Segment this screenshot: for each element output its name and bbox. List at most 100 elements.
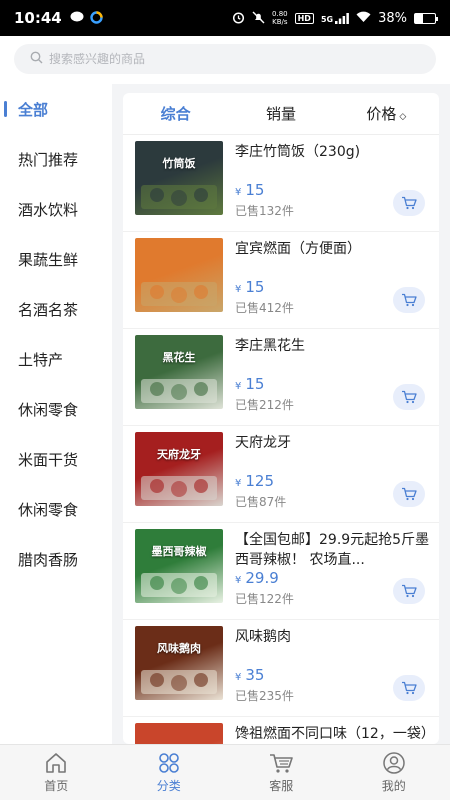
product-price: ¥29.9: [235, 569, 279, 587]
currency-symbol: ¥: [235, 672, 242, 683]
product-price: ¥35: [235, 666, 264, 684]
product-price: ¥15: [235, 375, 264, 393]
product-item[interactable]: 馋祖燃面不同口味（12，一袋）: [123, 717, 439, 744]
product-image[interactable]: 天府龙牙: [135, 432, 223, 506]
cell-signal-icon: 5G: [321, 12, 349, 24]
price-value: 125: [245, 472, 275, 490]
tab-me[interactable]: 我的: [338, 745, 450, 800]
sidebar-item-local[interactable]: 土特产: [0, 334, 112, 384]
sidebar-item-noodles[interactable]: 米面干货: [0, 434, 112, 484]
sidebar-item-fresh[interactable]: 果蔬生鲜: [0, 234, 112, 284]
price-value: 15: [245, 375, 265, 393]
price-value: 15: [245, 278, 265, 296]
currency-symbol: ¥: [235, 381, 242, 392]
tab-label: 我的: [381, 778, 406, 793]
status-time: 10:44: [14, 9, 62, 27]
sort-tab-sales[interactable]: 销量: [228, 103, 333, 124]
mute-icon: [252, 11, 265, 26]
sidebar-item-label: 名酒名茶: [18, 300, 79, 319]
app-ring-icon: [90, 10, 103, 26]
category-sidebar: 全部 热门推荐 酒水饮料 果蔬生鲜 名酒名茶 土特产 休闲零食 米面干货 休闲零…: [0, 84, 112, 744]
user-icon: [383, 751, 405, 774]
sold-count: 已售87件: [235, 495, 287, 509]
tab-service[interactable]: 客服: [225, 745, 338, 800]
add-to-cart-button[interactable]: [393, 384, 425, 410]
cart-icon: [402, 293, 417, 307]
product-title[interactable]: 李庄黑花生: [235, 336, 431, 356]
bottom-tab-bar: 首页 分类 客服 我的: [0, 744, 450, 800]
product-image-text: 墨西哥辣椒: [151, 545, 207, 558]
product-item[interactable]: 风味鹅肉 风味鹅肉 ¥35 已售235件: [123, 620, 439, 717]
sidebar-item-label: 休闲零食: [18, 500, 79, 519]
product-title[interactable]: 馋祖燃面不同口味（12，一袋）: [235, 724, 431, 744]
search-header: [0, 36, 450, 84]
product-item[interactable]: 竹筒饭 李庄竹筒饭（230g) ¥15 已售132件: [123, 135, 439, 232]
tab-label: 首页: [44, 778, 69, 793]
tab-home[interactable]: 首页: [0, 745, 113, 800]
currency-symbol: ¥: [235, 187, 242, 198]
product-image[interactable]: 竹筒饭: [135, 141, 223, 215]
product-title[interactable]: 风味鹅肉: [235, 627, 431, 647]
sidebar-item-label: 果蔬生鲜: [18, 250, 79, 269]
category-icon: [158, 752, 179, 773]
product-image-text: 天府龙牙: [157, 448, 201, 461]
home-icon: [46, 752, 67, 773]
search-bar[interactable]: [14, 44, 436, 74]
product-image-text: 竹筒饭: [162, 157, 196, 170]
price-value: 15: [245, 181, 265, 199]
sidebar-item-label: 腊肉香肠: [18, 550, 79, 569]
product-item[interactable]: 墨西哥辣椒 【全国包邮】29.9元起抢5斤墨西哥辣椒！ 农场直... ¥29.9…: [123, 523, 439, 620]
sidebar-item-snacks[interactable]: 休闲零食: [0, 384, 112, 434]
sidebar-item-label: 热门推荐: [18, 150, 79, 169]
product-title[interactable]: 宜宾燃面（方便面）: [235, 239, 431, 259]
sidebar-item-all[interactable]: 全部: [0, 84, 112, 134]
tab-category[interactable]: 分类: [113, 745, 226, 800]
add-to-cart-button[interactable]: [393, 578, 425, 604]
sort-tab-default[interactable]: 综合: [123, 103, 228, 124]
search-input[interactable]: [49, 52, 409, 66]
add-to-cart-button[interactable]: [393, 190, 425, 216]
product-image[interactable]: [135, 238, 223, 312]
alarm-icon: [232, 11, 245, 26]
sold-count: 已售212件: [235, 398, 294, 412]
product-title[interactable]: 李庄竹筒饭（230g): [235, 142, 431, 162]
add-to-cart-button[interactable]: [393, 481, 425, 507]
wifi-icon: [356, 11, 371, 25]
product-image[interactable]: 墨西哥辣椒: [135, 529, 223, 603]
network-speed: 0.80 KB/s: [272, 10, 288, 26]
price-value: 35: [245, 666, 265, 684]
product-image[interactable]: 风味鹅肉: [135, 626, 223, 700]
sort-caret-icon: ◇: [399, 112, 407, 122]
sidebar-item-cured-meat[interactable]: 腊肉香肠: [0, 534, 112, 584]
sort-tab-price[interactable]: 价格 ◇: [334, 103, 439, 124]
cart-icon: [402, 196, 417, 210]
search-icon: [30, 51, 49, 67]
product-title[interactable]: 天府龙牙: [235, 433, 431, 453]
currency-symbol: ¥: [235, 284, 242, 295]
status-bar: 10:44 0.80 KB/s HD 5G 38%: [0, 0, 450, 36]
product-item[interactable]: 黑花生 李庄黑花生 ¥15 已售212件: [123, 329, 439, 426]
sidebar-item-snacks-2[interactable]: 休闲零食: [0, 484, 112, 534]
product-item[interactable]: 天府龙牙 天府龙牙 ¥125 已售87件: [123, 426, 439, 523]
sold-count: 已售132件: [235, 204, 294, 218]
cart-icon: [402, 681, 417, 695]
product-price: ¥15: [235, 181, 264, 199]
product-item[interactable]: 宜宾燃面（方便面） ¥15 已售412件: [123, 232, 439, 329]
tab-label: 分类: [156, 778, 181, 793]
sidebar-item-wine-tea[interactable]: 名酒名茶: [0, 284, 112, 334]
product-image[interactable]: [135, 723, 223, 744]
sidebar-item-drinks[interactable]: 酒水饮料: [0, 184, 112, 234]
product-panel: 综合 销量 价格 ◇ 竹筒饭 李庄竹筒饭（230g) ¥15 已售132件 宜宾…: [123, 93, 439, 744]
currency-symbol: ¥: [235, 575, 242, 586]
battery-percent: 38%: [378, 10, 407, 26]
sold-count: 已售412件: [235, 301, 294, 315]
battery-icon: [414, 12, 438, 24]
chat-bubble-icon: [70, 11, 84, 25]
sidebar-item-hot[interactable]: 热门推荐: [0, 134, 112, 184]
product-image[interactable]: 黑花生: [135, 335, 223, 409]
sidebar-item-label: 米面干货: [18, 450, 79, 469]
add-to-cart-button[interactable]: [393, 675, 425, 701]
product-title[interactable]: 【全国包邮】29.9元起抢5斤墨西哥辣椒！ 农场直...: [235, 530, 431, 570]
add-to-cart-button[interactable]: [393, 287, 425, 313]
price-value: 29.9: [245, 569, 279, 587]
